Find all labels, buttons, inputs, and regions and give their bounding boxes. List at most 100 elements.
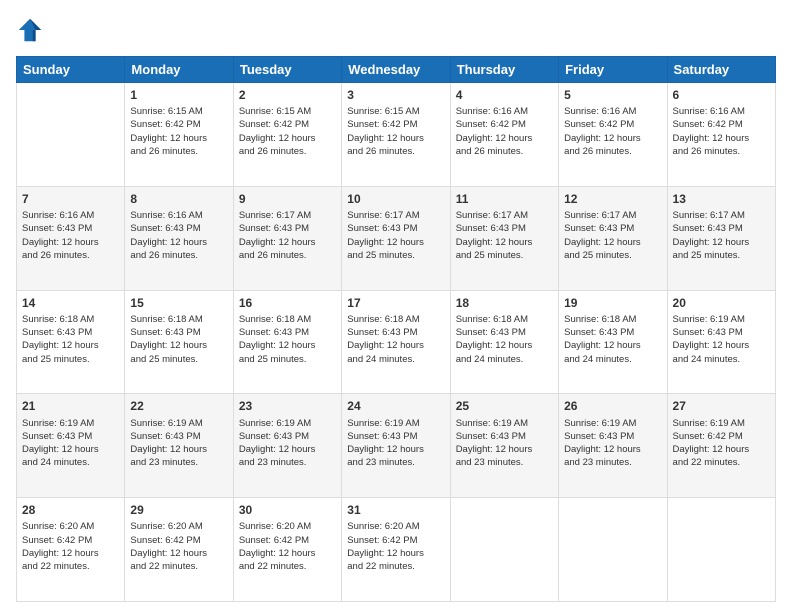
day-number: 20 [673, 295, 770, 311]
day-info: Sunrise: 6:16 AM Sunset: 6:43 PM Dayligh… [130, 209, 227, 262]
day-number: 29 [130, 502, 227, 518]
logo-icon [16, 16, 44, 44]
day-number: 28 [22, 502, 119, 518]
day-info: Sunrise: 6:17 AM Sunset: 6:43 PM Dayligh… [456, 209, 553, 262]
day-info: Sunrise: 6:18 AM Sunset: 6:43 PM Dayligh… [239, 313, 336, 366]
day-cell: 2 Sunrise: 6:15 AM Sunset: 6:42 PM Daylig… [233, 83, 341, 187]
day-cell: 25 Sunrise: 6:19 AM Sunset: 6:43 PM Dayli… [450, 394, 558, 498]
day-number: 27 [673, 398, 770, 414]
day-cell: 27Sunrise: 6:19 AM Sunset: 6:42 PM Dayli… [667, 394, 775, 498]
day-info: Sunrise: 6:20 AM Sunset: 6:42 PM Dayligh… [239, 520, 336, 573]
calendar-table: Sunday Monday Tuesday Wednesday Thursday… [16, 56, 776, 602]
day-info: Sunrise: 6:19 AM Sunset: 6:43 PM Dayligh… [673, 313, 770, 366]
day-number: 21 [22, 398, 119, 414]
day-info: Sunrise: 6:20 AM Sunset: 6:42 PM Dayligh… [347, 520, 444, 573]
day-cell: 28 Sunrise: 6:20 AM Sunset: 6:42 PM Dayli… [17, 498, 125, 602]
day-info: Sunrise: 6:16 AM Sunset: 6:42 PM Dayligh… [673, 105, 770, 158]
day-info: Sunrise: 6:16 AM Sunset: 6:43 PM Dayligh… [22, 209, 119, 262]
day-cell: 17Sunrise: 6:18 AM Sunset: 6:43 PM Dayli… [342, 290, 450, 394]
day-cell: 3 Sunrise: 6:15 AM Sunset: 6:42 PM Daylig… [342, 83, 450, 187]
day-number: 23 [239, 398, 336, 414]
week-row-4: 21 Sunrise: 6:19 AM Sunset: 6:43 PM Dayli… [17, 394, 776, 498]
day-info: Sunrise: 6:15 AM Sunset: 6:42 PM Dayligh… [347, 105, 444, 158]
day-info: Sunrise: 6:18 AM Sunset: 6:43 PM Dayligh… [347, 313, 444, 366]
day-cell: 26 Sunrise: 6:19 AM Sunset: 6:43 PM Dayli… [559, 394, 667, 498]
day-cell: 29 Sunrise: 6:20 AM Sunset: 6:42 PM Dayli… [125, 498, 233, 602]
col-thursday: Thursday [450, 57, 558, 83]
day-number: 6 [673, 87, 770, 103]
day-cell: 16 Sunrise: 6:18 AM Sunset: 6:43 PM Dayli… [233, 290, 341, 394]
day-cell: 11 Sunrise: 6:17 AM Sunset: 6:43 PM Dayli… [450, 186, 558, 290]
day-number: 26 [564, 398, 661, 414]
col-tuesday: Tuesday [233, 57, 341, 83]
day-info: Sunrise: 6:19 AM Sunset: 6:43 PM Dayligh… [130, 417, 227, 470]
day-info: Sunrise: 6:20 AM Sunset: 6:42 PM Dayligh… [130, 520, 227, 573]
day-info: Sunrise: 6:19 AM Sunset: 6:43 PM Dayligh… [564, 417, 661, 470]
day-info: Sunrise: 6:18 AM Sunset: 6:43 PM Dayligh… [130, 313, 227, 366]
day-info: Sunrise: 6:18 AM Sunset: 6:43 PM Dayligh… [456, 313, 553, 366]
day-info: Sunrise: 6:20 AM Sunset: 6:42 PM Dayligh… [22, 520, 119, 573]
day-cell: 8 Sunrise: 6:16 AM Sunset: 6:43 PM Daylig… [125, 186, 233, 290]
header [16, 16, 776, 48]
day-number: 24 [347, 398, 444, 414]
day-info: Sunrise: 6:15 AM Sunset: 6:42 PM Dayligh… [130, 105, 227, 158]
day-info: Sunrise: 6:17 AM Sunset: 6:43 PM Dayligh… [347, 209, 444, 262]
col-monday: Monday [125, 57, 233, 83]
week-row-3: 14 Sunrise: 6:18 AM Sunset: 6:43 PM Dayli… [17, 290, 776, 394]
col-sunday: Sunday [17, 57, 125, 83]
day-cell: 24 Sunrise: 6:19 AM Sunset: 6:43 PM Dayli… [342, 394, 450, 498]
day-info: Sunrise: 6:19 AM Sunset: 6:43 PM Dayligh… [239, 417, 336, 470]
day-number: 30 [239, 502, 336, 518]
day-number: 8 [130, 191, 227, 207]
day-cell: 13Sunrise: 6:17 AM Sunset: 6:43 PM Dayli… [667, 186, 775, 290]
day-cell [450, 498, 558, 602]
day-cell [17, 83, 125, 187]
col-saturday: Saturday [667, 57, 775, 83]
day-info: Sunrise: 6:19 AM Sunset: 6:43 PM Dayligh… [22, 417, 119, 470]
day-number: 22 [130, 398, 227, 414]
day-cell: 23 Sunrise: 6:19 AM Sunset: 6:43 PM Dayli… [233, 394, 341, 498]
day-info: Sunrise: 6:18 AM Sunset: 6:43 PM Dayligh… [22, 313, 119, 366]
day-number: 19 [564, 295, 661, 311]
day-info: Sunrise: 6:19 AM Sunset: 6:43 PM Dayligh… [347, 417, 444, 470]
day-cell: 6 Sunrise: 6:16 AM Sunset: 6:42 PM Daylig… [667, 83, 775, 187]
day-number: 4 [456, 87, 553, 103]
day-number: 14 [22, 295, 119, 311]
day-info: Sunrise: 6:16 AM Sunset: 6:42 PM Dayligh… [456, 105, 553, 158]
day-cell: 30 Sunrise: 6:20 AM Sunset: 6:42 PM Dayli… [233, 498, 341, 602]
day-number: 1 [130, 87, 227, 103]
day-info: Sunrise: 6:17 AM Sunset: 6:43 PM Dayligh… [673, 209, 770, 262]
day-info: Sunrise: 6:19 AM Sunset: 6:43 PM Dayligh… [456, 417, 553, 470]
day-cell: 10 Sunrise: 6:17 AM Sunset: 6:43 PM Dayli… [342, 186, 450, 290]
day-info: Sunrise: 6:16 AM Sunset: 6:42 PM Dayligh… [564, 105, 661, 158]
day-number: 12 [564, 191, 661, 207]
day-cell [667, 498, 775, 602]
col-wednesday: Wednesday [342, 57, 450, 83]
day-number: 15 [130, 295, 227, 311]
day-info: Sunrise: 6:15 AM Sunset: 6:42 PM Dayligh… [239, 105, 336, 158]
day-cell: 12 Sunrise: 6:17 AM Sunset: 6:43 PM Dayli… [559, 186, 667, 290]
day-cell [559, 498, 667, 602]
day-cell: 9Sunrise: 6:17 AM Sunset: 6:43 PM Daylig… [233, 186, 341, 290]
day-cell: 15 Sunrise: 6:18 AM Sunset: 6:43 PM Dayli… [125, 290, 233, 394]
day-info: Sunrise: 6:18 AM Sunset: 6:43 PM Dayligh… [564, 313, 661, 366]
day-number: 7 [22, 191, 119, 207]
day-number: 16 [239, 295, 336, 311]
day-number: 10 [347, 191, 444, 207]
day-number: 2 [239, 87, 336, 103]
week-row-5: 28 Sunrise: 6:20 AM Sunset: 6:42 PM Dayli… [17, 498, 776, 602]
col-friday: Friday [559, 57, 667, 83]
week-row-2: 7 Sunrise: 6:16 AM Sunset: 6:43 PM Daylig… [17, 186, 776, 290]
day-number: 5 [564, 87, 661, 103]
day-info: Sunrise: 6:17 AM Sunset: 6:43 PM Dayligh… [564, 209, 661, 262]
logo [16, 16, 48, 48]
day-number: 25 [456, 398, 553, 414]
day-number: 18 [456, 295, 553, 311]
day-number: 11 [456, 191, 553, 207]
day-cell: 5 Sunrise: 6:16 AM Sunset: 6:42 PM Daylig… [559, 83, 667, 187]
day-cell: 20 Sunrise: 6:19 AM Sunset: 6:43 PM Dayli… [667, 290, 775, 394]
day-cell: 4 Sunrise: 6:16 AM Sunset: 6:42 PM Daylig… [450, 83, 558, 187]
day-cell: 18 Sunrise: 6:18 AM Sunset: 6:43 PM Dayli… [450, 290, 558, 394]
day-cell: 1 Sunrise: 6:15 AM Sunset: 6:42 PM Daylig… [125, 83, 233, 187]
day-number: 3 [347, 87, 444, 103]
